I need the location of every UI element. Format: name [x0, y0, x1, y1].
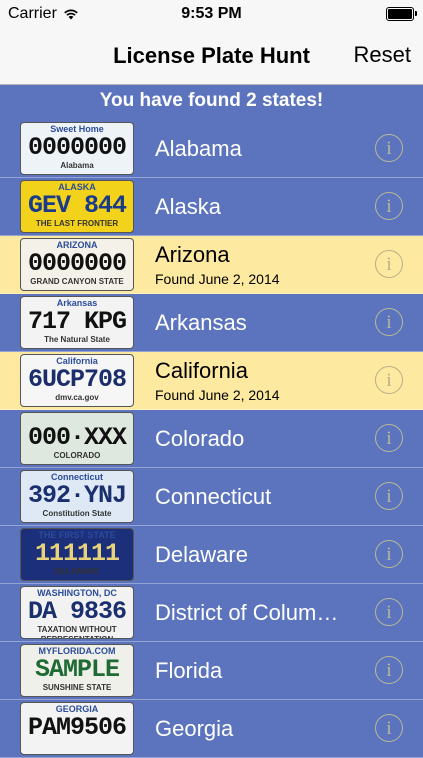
state-row[interactable]: MYFLORIDA.COM SAMPLE SUNSHINE STATE Florida… [0, 642, 423, 700]
license-plate-image: Sweet Home 0000000 Alabama [20, 122, 134, 175]
info-icon[interactable]: i [375, 598, 403, 626]
license-plate-image: WASHINGTON, DCDA 9836TAXATION WITHOUT RE… [20, 586, 134, 639]
plate-number: 717 KPG [27, 307, 127, 336]
plate-bottom-text: SUNSHINE STATE [42, 683, 112, 692]
state-row[interactable]: WASHINGTON, DCDA 9836TAXATION WITHOUT RE… [0, 584, 423, 642]
state-name: Georgia [155, 716, 234, 741]
state-row[interactable]: 000·XXX COLORADO Colorado i [0, 410, 423, 468]
found-count-banner: You have found 2 states! [0, 85, 423, 119]
state-name: Alaska [155, 194, 222, 219]
info-icon[interactable]: i [375, 134, 403, 162]
status-bar: Carrier 9:53 PM [0, 0, 423, 28]
info-icon[interactable]: i [375, 250, 403, 278]
state-name: Delaware [155, 542, 248, 567]
status-time: 9:53 PM [181, 5, 242, 22]
license-plate-image: California 6UCP708 dmv.ca.gov [20, 354, 134, 407]
state-list: Sweet Home 0000000 Alabama Alabama i ALASKA GE… [0, 120, 423, 758]
info-icon[interactable]: i [375, 366, 403, 394]
plate-bottom-text: The Natural State [44, 335, 110, 344]
state-name: Arkansas [155, 310, 247, 335]
info-icon[interactable]: i [375, 192, 403, 220]
battery-icon [386, 7, 417, 21]
info-icon[interactable]: i [375, 482, 403, 510]
info-icon[interactable]: i [375, 714, 403, 742]
plate-bottom-text: COLORADO [53, 451, 101, 460]
plate-number: 392·YNJ [27, 481, 127, 510]
found-date: Found June 2, 2014 [155, 387, 280, 403]
license-plate-image: ARIZONA 0000000 GRAND CANYON STATE [20, 238, 134, 291]
license-plate-image: THE FIRST STATE 111111 DELAWARE [20, 528, 134, 581]
plate-number: 000·XXX [27, 423, 127, 452]
reset-button[interactable]: Reset [354, 42, 411, 68]
state-name: District of Colum… [155, 600, 339, 625]
license-plate-image: GEORGIA PAM9506 [20, 702, 134, 755]
plate-number: 111111 [34, 539, 120, 568]
license-plate-image: ALASKA GEV 844 THE LAST FRONTIER [20, 180, 134, 233]
plate-number: 0000000 [27, 133, 127, 162]
plate-bottom-text: GRAND CANYON STATE [30, 277, 124, 286]
plate-number: SAMPLE [34, 655, 120, 684]
plate-bottom-text: TAXATION WITHOUT REPRESENTATION [37, 625, 117, 638]
state-row[interactable]: Connecticut 392·YNJ Constitution State Conn… [0, 468, 423, 526]
state-row[interactable]: ALASKA GEV 844 THE LAST FRONTIER Alaska i [0, 178, 423, 236]
state-name: Connecticut [155, 484, 272, 509]
license-plate-image: Arkansas 717 KPG The Natural State [20, 296, 134, 349]
license-plate-image: MYFLORIDA.COM SAMPLE SUNSHINE STATE [20, 644, 134, 697]
state-row[interactable]: Sweet Home 0000000 Alabama Alabama i [0, 120, 423, 178]
state-row[interactable]: ARIZONA 0000000 GRAND CANYON STATE Arizona F… [0, 236, 423, 294]
info-icon[interactable]: i [375, 424, 403, 452]
state-row[interactable]: California 6UCP708 dmv.ca.gov California Fou… [0, 352, 423, 410]
license-plate-image: Connecticut 392·YNJ Constitution State [20, 470, 134, 523]
plate-number: 0000000 [27, 249, 127, 278]
state-row[interactable]: GEORGIA PAM9506 Georgia i [0, 700, 423, 758]
plate-bottom-text: DELAWARE [54, 567, 100, 576]
state-name: Alabama [155, 136, 242, 161]
plate-bottom-text: THE LAST FRONTIER [35, 219, 119, 228]
license-plate-image: 000·XXX COLORADO [20, 412, 134, 465]
found-date: Found June 2, 2014 [155, 271, 280, 287]
plate-number: 6UCP708 [27, 365, 127, 394]
plate-number: GEV 844 [27, 191, 127, 220]
info-icon[interactable]: i [375, 656, 403, 684]
state-name: Arizona [155, 242, 230, 267]
plate-number: DA 9836 [27, 597, 127, 626]
navigation-bar: License Plate Hunt Reset [0, 28, 423, 85]
state-name: California [155, 358, 248, 383]
state-row[interactable]: Arkansas 717 KPG The Natural State Arkansas… [0, 294, 423, 352]
state-name: Florida [155, 658, 223, 683]
plate-bottom-text: dmv.ca.gov [55, 393, 99, 402]
info-icon[interactable]: i [375, 308, 403, 336]
plate-bottom-text: Alabama [60, 161, 94, 170]
info-icon[interactable]: i [375, 540, 403, 568]
plate-bottom-text: Constitution State [42, 509, 112, 518]
state-row[interactable]: THE FIRST STATE 111111 DELAWARE Delaware i [0, 526, 423, 584]
plate-number: PAM9506 [27, 713, 127, 742]
state-name: Colorado [155, 426, 245, 451]
